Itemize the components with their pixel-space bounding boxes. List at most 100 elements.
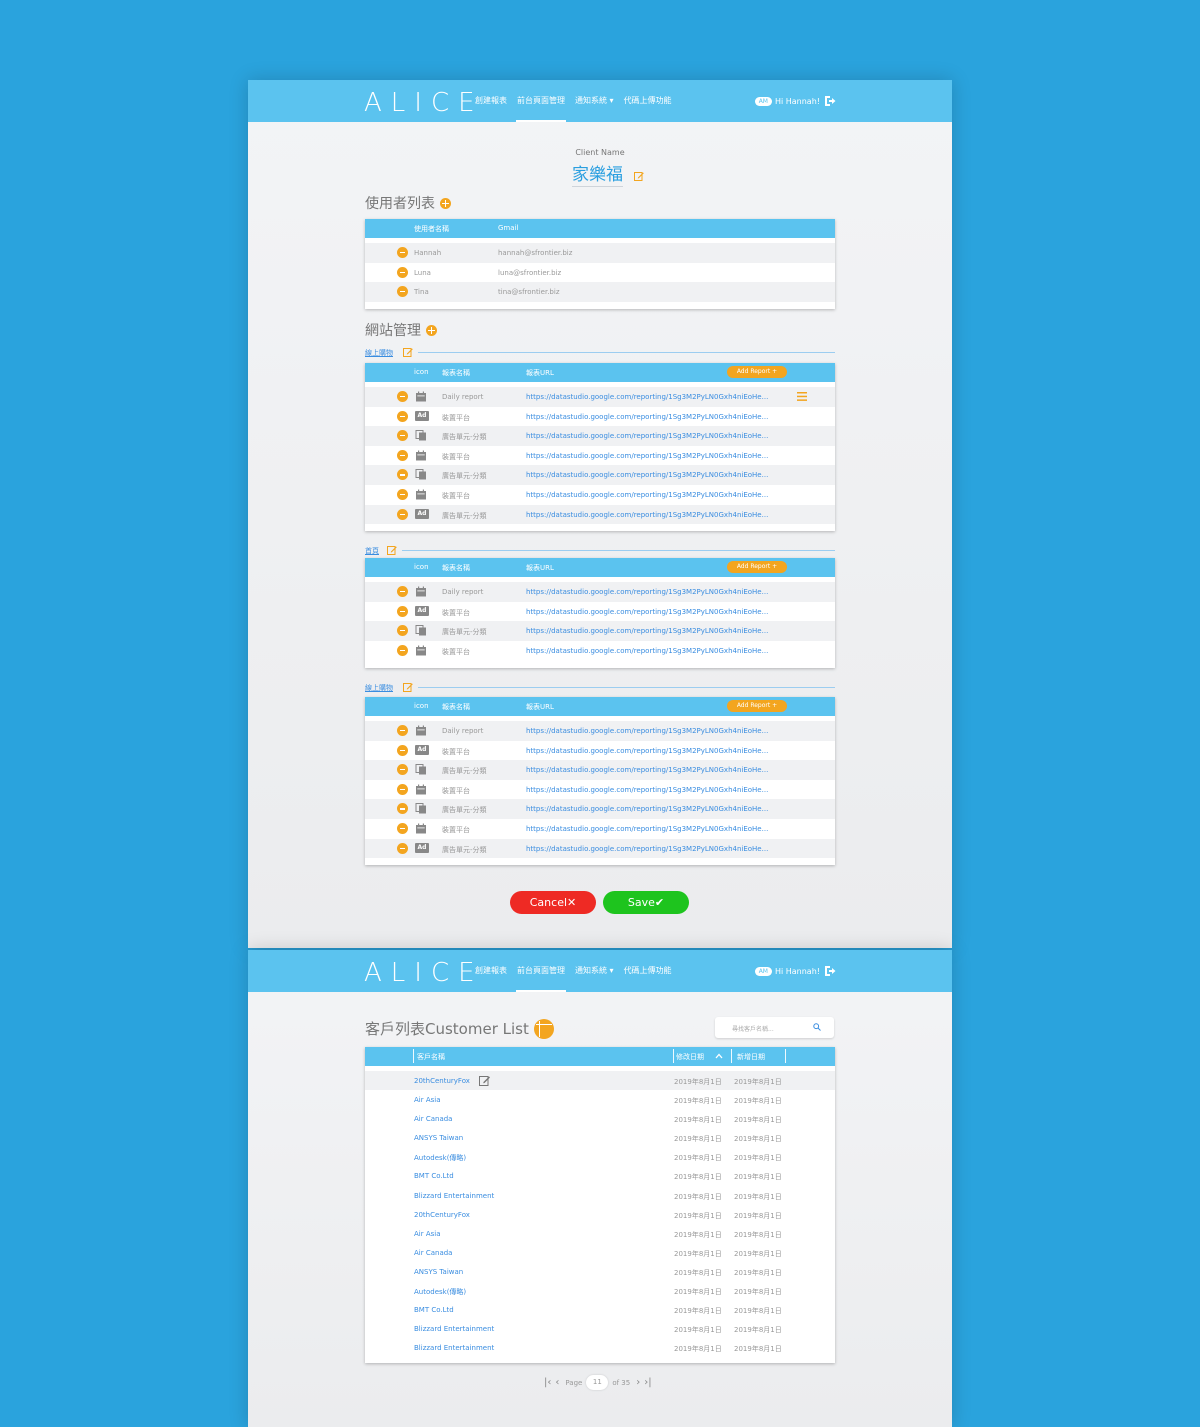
cancel-button[interactable]: Cancel✕ <box>510 891 596 914</box>
report-url-link[interactable]: https://datastudio.google.com/reporting/… <box>526 608 768 616</box>
avatar[interactable]: AM <box>754 96 772 106</box>
customer-row[interactable]: ANSYS Taiwan 2019年8月1日 2019年8月1日 <box>365 1262 835 1281</box>
nav-code-upload[interactable]: 代碼上傳功能 <box>619 80 677 122</box>
remove-report-icon[interactable] <box>397 605 408 617</box>
remove-report-icon[interactable] <box>397 744 408 756</box>
customer-name-link[interactable]: Autodesk(傳略) <box>414 1287 466 1297</box>
remove-report-icon[interactable] <box>397 430 408 442</box>
customer-name-link[interactable]: ANSYS Taiwan <box>414 1268 463 1276</box>
report-url-link[interactable]: https://datastudio.google.com/reporting/… <box>526 491 768 499</box>
remove-report-icon[interactable] <box>397 803 408 815</box>
edit-group-icon[interactable] <box>387 545 397 555</box>
customer-name-link[interactable]: Air Canada <box>414 1115 452 1123</box>
edit-customer-icon[interactable] <box>479 1075 491 1086</box>
search-icon[interactable] <box>813 1023 821 1031</box>
add-site-icon[interactable] <box>426 324 437 336</box>
customer-name-link[interactable]: Blizzard Entertainment <box>414 1192 494 1200</box>
save-button[interactable]: Save✔ <box>603 891 689 914</box>
drag-handle-icon[interactable] <box>797 392 807 401</box>
customer-row[interactable]: 20thCenturyFox 2019年8月1日 2019年8月1日 <box>365 1071 835 1091</box>
avatar[interactable]: AM <box>754 966 772 976</box>
remove-report-icon[interactable] <box>397 625 408 637</box>
report-url-link[interactable]: https://datastudio.google.com/reporting/… <box>526 627 768 635</box>
customer-row[interactable]: Blizzard Entertainment 2019年8月1日 2019年8月1日 <box>365 1338 835 1357</box>
remove-user-icon[interactable] <box>397 266 408 278</box>
edit-group-icon[interactable] <box>403 682 413 692</box>
edit-group-icon[interactable] <box>403 347 413 357</box>
first-page-icon[interactable]: |‹ <box>544 1377 551 1388</box>
customer-name-link[interactable]: 20thCenturyFox <box>414 1211 470 1219</box>
remove-report-icon[interactable] <box>397 469 408 481</box>
header-created-date[interactable]: 新增日期 <box>737 1052 765 1062</box>
customer-row[interactable]: BMT Co.Ltd 2019年8月1日 2019年8月1日 <box>365 1300 835 1319</box>
report-url-link[interactable]: https://datastudio.google.com/reporting/… <box>526 786 768 794</box>
remove-report-icon[interactable] <box>397 508 408 520</box>
report-url-link[interactable]: https://datastudio.google.com/reporting/… <box>526 647 768 655</box>
report-url-link[interactable]: https://datastudio.google.com/reporting/… <box>526 413 768 421</box>
prev-page-icon[interactable]: ‹ <box>555 1377 559 1388</box>
app-logo[interactable]: ALICE <box>364 958 484 988</box>
nav-frontend-page-management[interactable]: 前台頁面管理 <box>512 80 570 122</box>
customer-row[interactable]: 20thCenturyFox 2019年8月1日 2019年8月1日 <box>365 1205 835 1224</box>
sort-ascending-icon[interactable] <box>715 1052 723 1060</box>
add-user-icon[interactable] <box>440 197 451 209</box>
site-group-link[interactable]: 線上購物 <box>365 683 393 693</box>
customer-name-link[interactable]: Air Asia <box>414 1230 441 1238</box>
site-group-link[interactable]: 首頁 <box>365 546 379 556</box>
customer-name-link[interactable]: Blizzard Entertainment <box>414 1325 494 1333</box>
customer-row[interactable]: Autodesk(傳略) 2019年8月1日 2019年8月1日 <box>365 1281 835 1300</box>
remove-report-icon[interactable] <box>397 783 408 795</box>
report-url-link[interactable]: https://datastudio.google.com/reporting/… <box>526 766 768 774</box>
remove-report-icon[interactable] <box>397 842 408 854</box>
report-url-link[interactable]: https://datastudio.google.com/reporting/… <box>526 452 768 460</box>
customer-name-link[interactable]: 20thCenturyFox <box>414 1077 470 1085</box>
customer-row[interactable]: Air Asia 2019年8月1日 2019年8月1日 <box>365 1224 835 1243</box>
report-url-link[interactable]: https://datastudio.google.com/reporting/… <box>526 511 768 519</box>
nav-create-report[interactable]: 創建報表 <box>470 80 512 122</box>
remove-report-icon[interactable] <box>397 488 408 500</box>
nav-notification-system[interactable]: 通知系統 ▾ <box>570 950 619 992</box>
customer-row[interactable]: ANSYS Taiwan 2019年8月1日 2019年8月1日 <box>365 1128 835 1147</box>
customer-name-link[interactable]: ANSYS Taiwan <box>414 1134 463 1142</box>
remove-report-icon[interactable] <box>397 725 408 736</box>
report-url-link[interactable]: https://datastudio.google.com/reporting/… <box>526 393 768 401</box>
customer-name-link[interactable]: Air Asia <box>414 1096 441 1104</box>
current-page-input[interactable]: 11 <box>586 1375 609 1390</box>
customer-name-link[interactable]: Air Canada <box>414 1249 452 1257</box>
remove-report-icon[interactable] <box>397 586 408 597</box>
customer-name-link[interactable]: BMT Co.Ltd <box>414 1306 454 1314</box>
add-report-button[interactable]: Add Report + <box>727 700 787 712</box>
report-url-link[interactable]: https://datastudio.google.com/reporting/… <box>526 471 768 479</box>
header-modified-date[interactable]: 修改日期 <box>676 1052 704 1062</box>
remove-report-icon[interactable] <box>397 410 408 422</box>
add-customer-icon[interactable] <box>533 1018 554 1039</box>
logout-icon[interactable] <box>824 965 836 977</box>
next-page-icon[interactable]: › <box>636 1377 640 1388</box>
add-report-button[interactable]: Add Report + <box>727 366 787 378</box>
site-group-link[interactable]: 線上購物 <box>365 348 393 358</box>
nav-create-report[interactable]: 創建報表 <box>470 950 512 992</box>
nav-code-upload[interactable]: 代碼上傳功能 <box>619 950 677 992</box>
report-url-link[interactable]: https://datastudio.google.com/reporting/… <box>526 727 768 735</box>
customer-name-link[interactable]: Blizzard Entertainment <box>414 1344 494 1352</box>
report-url-link[interactable]: https://datastudio.google.com/reporting/… <box>526 825 768 833</box>
remove-report-icon[interactable] <box>397 391 408 402</box>
customer-row[interactable]: BMT Co.Ltd 2019年8月1日 2019年8月1日 <box>365 1166 835 1185</box>
remove-report-icon[interactable] <box>397 644 408 656</box>
remove-report-icon[interactable] <box>397 764 408 776</box>
edit-client-name-icon[interactable] <box>634 171 644 181</box>
customer-search-input[interactable]: 尋找客戶名稱... <box>715 1017 834 1038</box>
nav-notification-system[interactable]: 通知系統 ▾ <box>570 80 619 122</box>
logout-icon[interactable] <box>824 95 836 107</box>
app-logo[interactable]: ALICE <box>364 88 484 118</box>
nav-frontend-page-management[interactable]: 前台頁面管理 <box>512 950 570 992</box>
customer-row[interactable]: Blizzard Entertainment 2019年8月1日 2019年8月1日 <box>365 1319 835 1338</box>
report-url-link[interactable]: https://datastudio.google.com/reporting/… <box>526 845 768 853</box>
customer-row[interactable]: Autodesk(傳略) 2019年8月1日 2019年8月1日 <box>365 1147 835 1166</box>
report-url-link[interactable]: https://datastudio.google.com/reporting/… <box>526 432 768 440</box>
add-report-button[interactable]: Add Report + <box>727 561 787 573</box>
customer-row[interactable]: Air Canada 2019年8月1日 2019年8月1日 <box>365 1243 835 1262</box>
customer-row[interactable]: Air Asia 2019年8月1日 2019年8月1日 <box>365 1090 835 1109</box>
report-url-link[interactable]: https://datastudio.google.com/reporting/… <box>526 805 768 813</box>
last-page-icon[interactable]: ›| <box>644 1377 651 1388</box>
